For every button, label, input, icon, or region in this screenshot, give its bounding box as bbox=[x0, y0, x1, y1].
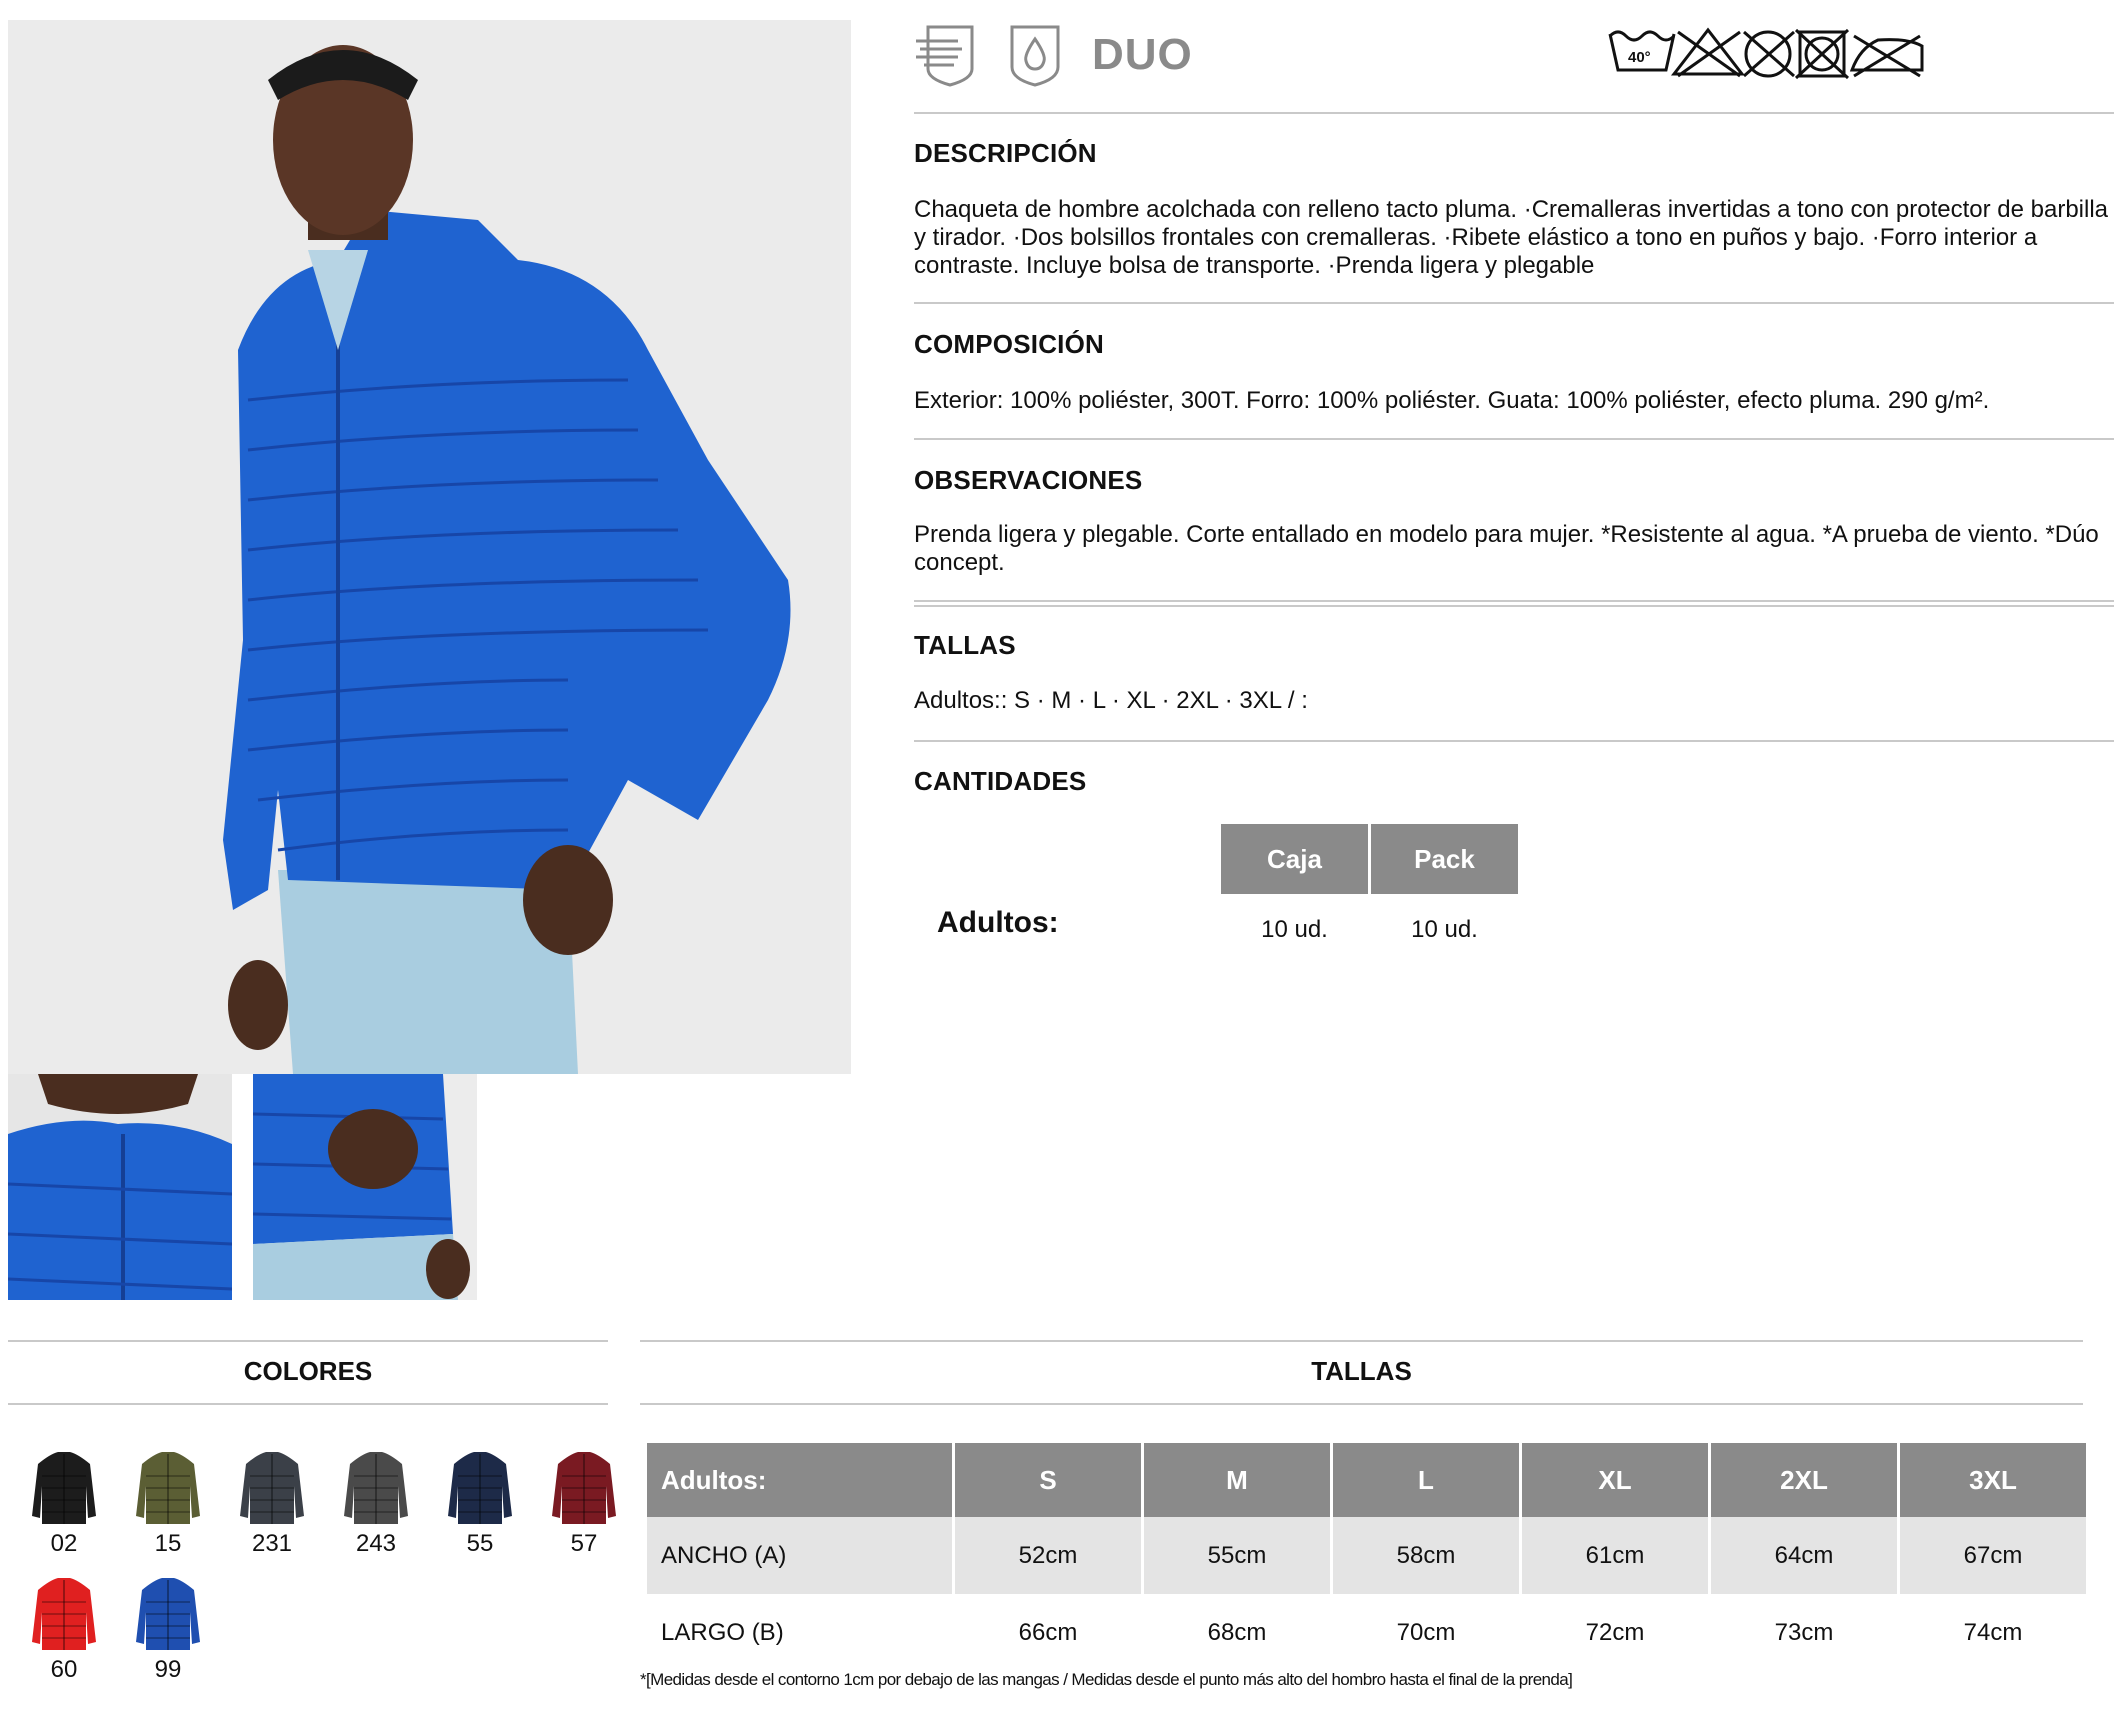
table-cell: 73cm bbox=[1774, 1618, 1834, 1646]
jacket-swatch-icon bbox=[136, 1452, 200, 1524]
color-swatch[interactable]: 99 bbox=[128, 1572, 208, 1684]
qty-pack-value: 10 ud. bbox=[1411, 916, 1478, 943]
divider bbox=[640, 1340, 2083, 1342]
color-code: 231 bbox=[251, 1530, 293, 1557]
composicion-text: Exterior: 100% poliéster, 300T. Forro: 1… bbox=[914, 387, 1990, 414]
divider bbox=[8, 1340, 608, 1342]
size-header-2xl: 2XL bbox=[1711, 1443, 1897, 1517]
color-swatch[interactable]: 60 bbox=[24, 1572, 104, 1684]
observaciones-title: OBSERVACIONES bbox=[914, 465, 1143, 495]
size-header-xl: XL bbox=[1522, 1443, 1708, 1517]
cantidades-title: CANTIDADES bbox=[914, 766, 1087, 796]
product-thumbnail-pocket[interactable] bbox=[253, 1074, 477, 1300]
tallas-list: Adultos:: S · M · L · XL · 2XL · 3XL / : bbox=[914, 687, 1308, 714]
jacket-swatch-icon bbox=[448, 1452, 512, 1524]
divider bbox=[640, 1403, 2083, 1405]
colores-title: COLORES bbox=[243, 1356, 373, 1386]
color-swatch-grid: 02 15 231 243 55 57 60 99 bbox=[24, 1446, 624, 1684]
row-label: LARGO (B) bbox=[661, 1618, 784, 1646]
table-cell: 52cm bbox=[955, 1517, 1141, 1594]
table-row: ANCHO (A) 52cm 55cm 58cm 61cm 64cm 67cm bbox=[647, 1517, 2086, 1594]
table-cell: 72cm bbox=[1585, 1618, 1645, 1646]
size-header-s: S bbox=[955, 1443, 1141, 1517]
jacket-swatch-icon bbox=[240, 1452, 304, 1524]
descripcion-title: DESCRIPCIÓN bbox=[914, 138, 1097, 168]
care-symbols: 40° bbox=[1608, 27, 1924, 80]
color-swatch[interactable]: 57 bbox=[544, 1446, 624, 1558]
observaciones-text: Prenda ligera y plegable. Corte entallad… bbox=[914, 521, 2099, 576]
divider bbox=[914, 438, 2114, 440]
table-cell: 67cm bbox=[1900, 1517, 2086, 1594]
product-main-photo bbox=[8, 20, 851, 1074]
size-header-adultos: Adultos: bbox=[647, 1443, 952, 1517]
tallas-title: TALLAS bbox=[914, 630, 1016, 660]
color-swatch[interactable]: 15 bbox=[128, 1446, 208, 1558]
descripcion-text: Chaqueta de hombre acolchada con relleno… bbox=[914, 196, 2109, 279]
divider bbox=[8, 1403, 608, 1405]
divider bbox=[914, 112, 2114, 114]
size-chart-header-row: Adultos: S M L XL 2XL 3XL bbox=[647, 1443, 2086, 1517]
row-label: ANCHO (A) bbox=[647, 1517, 952, 1594]
jacket-swatch-icon bbox=[32, 1578, 96, 1650]
composicion-title: COMPOSICIÓN bbox=[914, 329, 1104, 359]
divider bbox=[914, 740, 2114, 742]
table-cell: 55cm bbox=[1144, 1517, 1330, 1594]
jacket-swatch-icon bbox=[552, 1452, 616, 1524]
color-code: 02 bbox=[50, 1530, 78, 1557]
table-cell: 64cm bbox=[1711, 1517, 1897, 1594]
color-code: 243 bbox=[355, 1530, 397, 1557]
color-code: 15 bbox=[154, 1530, 182, 1557]
table-cell: 74cm bbox=[1963, 1618, 2023, 1646]
product-thumbnail-collar[interactable] bbox=[8, 1074, 232, 1300]
qty-header-pack: Pack bbox=[1371, 824, 1518, 894]
qty-caja-value: 10 ud. bbox=[1261, 916, 1328, 943]
divider bbox=[914, 302, 2114, 304]
quantities-table: Caja Pack 10 ud. 10 ud. bbox=[1218, 824, 1521, 966]
qty-row-label: Adultos: bbox=[937, 906, 1059, 939]
divider bbox=[914, 600, 2114, 607]
no-bleach-icon bbox=[1670, 27, 1746, 78]
color-code: 55 bbox=[466, 1530, 494, 1557]
no-tumble-dry-icon bbox=[1794, 28, 1850, 80]
color-swatch[interactable]: 02 bbox=[24, 1446, 104, 1558]
table-cell: 66cm bbox=[1018, 1618, 1078, 1646]
wash-temperature-label: 40° bbox=[1628, 49, 1651, 66]
feature-icons: DUO bbox=[914, 20, 1193, 90]
no-dry-clean-icon bbox=[1743, 30, 1795, 78]
thumbnail-collar-image bbox=[8, 1074, 232, 1300]
qty-header-caja: Caja bbox=[1221, 824, 1368, 894]
water-resistant-icon bbox=[1010, 25, 1060, 87]
size-chart-table: Adultos: S M L XL 2XL 3XL ANCHO (A) 52cm… bbox=[644, 1443, 2089, 1671]
color-swatch[interactable]: 55 bbox=[440, 1446, 520, 1558]
table-cell: 58cm bbox=[1333, 1517, 1519, 1594]
thumbnail-pocket-image bbox=[253, 1074, 477, 1300]
jacket-swatch-icon bbox=[344, 1452, 408, 1524]
color-swatch[interactable]: 243 bbox=[336, 1446, 416, 1558]
color-swatch[interactable]: 231 bbox=[232, 1446, 312, 1558]
color-code: 60 bbox=[50, 1656, 78, 1683]
color-code: 57 bbox=[570, 1530, 598, 1557]
no-iron-icon bbox=[1849, 34, 1924, 78]
table-cell: 61cm bbox=[1522, 1517, 1708, 1594]
table-cell: 68cm bbox=[1207, 1618, 1267, 1646]
jacket-model-illustration bbox=[8, 20, 851, 1074]
wind-resistant-icon bbox=[916, 25, 974, 87]
size-chart-footnote: *[Medidas desde el contorno 1cm por deba… bbox=[640, 1670, 1573, 1689]
table-cell: 70cm bbox=[1396, 1618, 1456, 1646]
size-header-l: L bbox=[1333, 1443, 1519, 1517]
color-code: 99 bbox=[154, 1656, 182, 1683]
jacket-swatch-icon bbox=[136, 1578, 200, 1650]
table-row: LARGO (B) 66cm 68cm 70cm 72cm 73cm 74cm bbox=[647, 1594, 2086, 1671]
size-header-3xl: 3XL bbox=[1900, 1443, 2086, 1517]
size-header-m: M bbox=[1144, 1443, 1330, 1517]
jacket-swatch-icon bbox=[32, 1452, 96, 1524]
tallas-table-title: TALLAS bbox=[1311, 1356, 1412, 1386]
duo-concept-label: DUO bbox=[1092, 30, 1193, 79]
